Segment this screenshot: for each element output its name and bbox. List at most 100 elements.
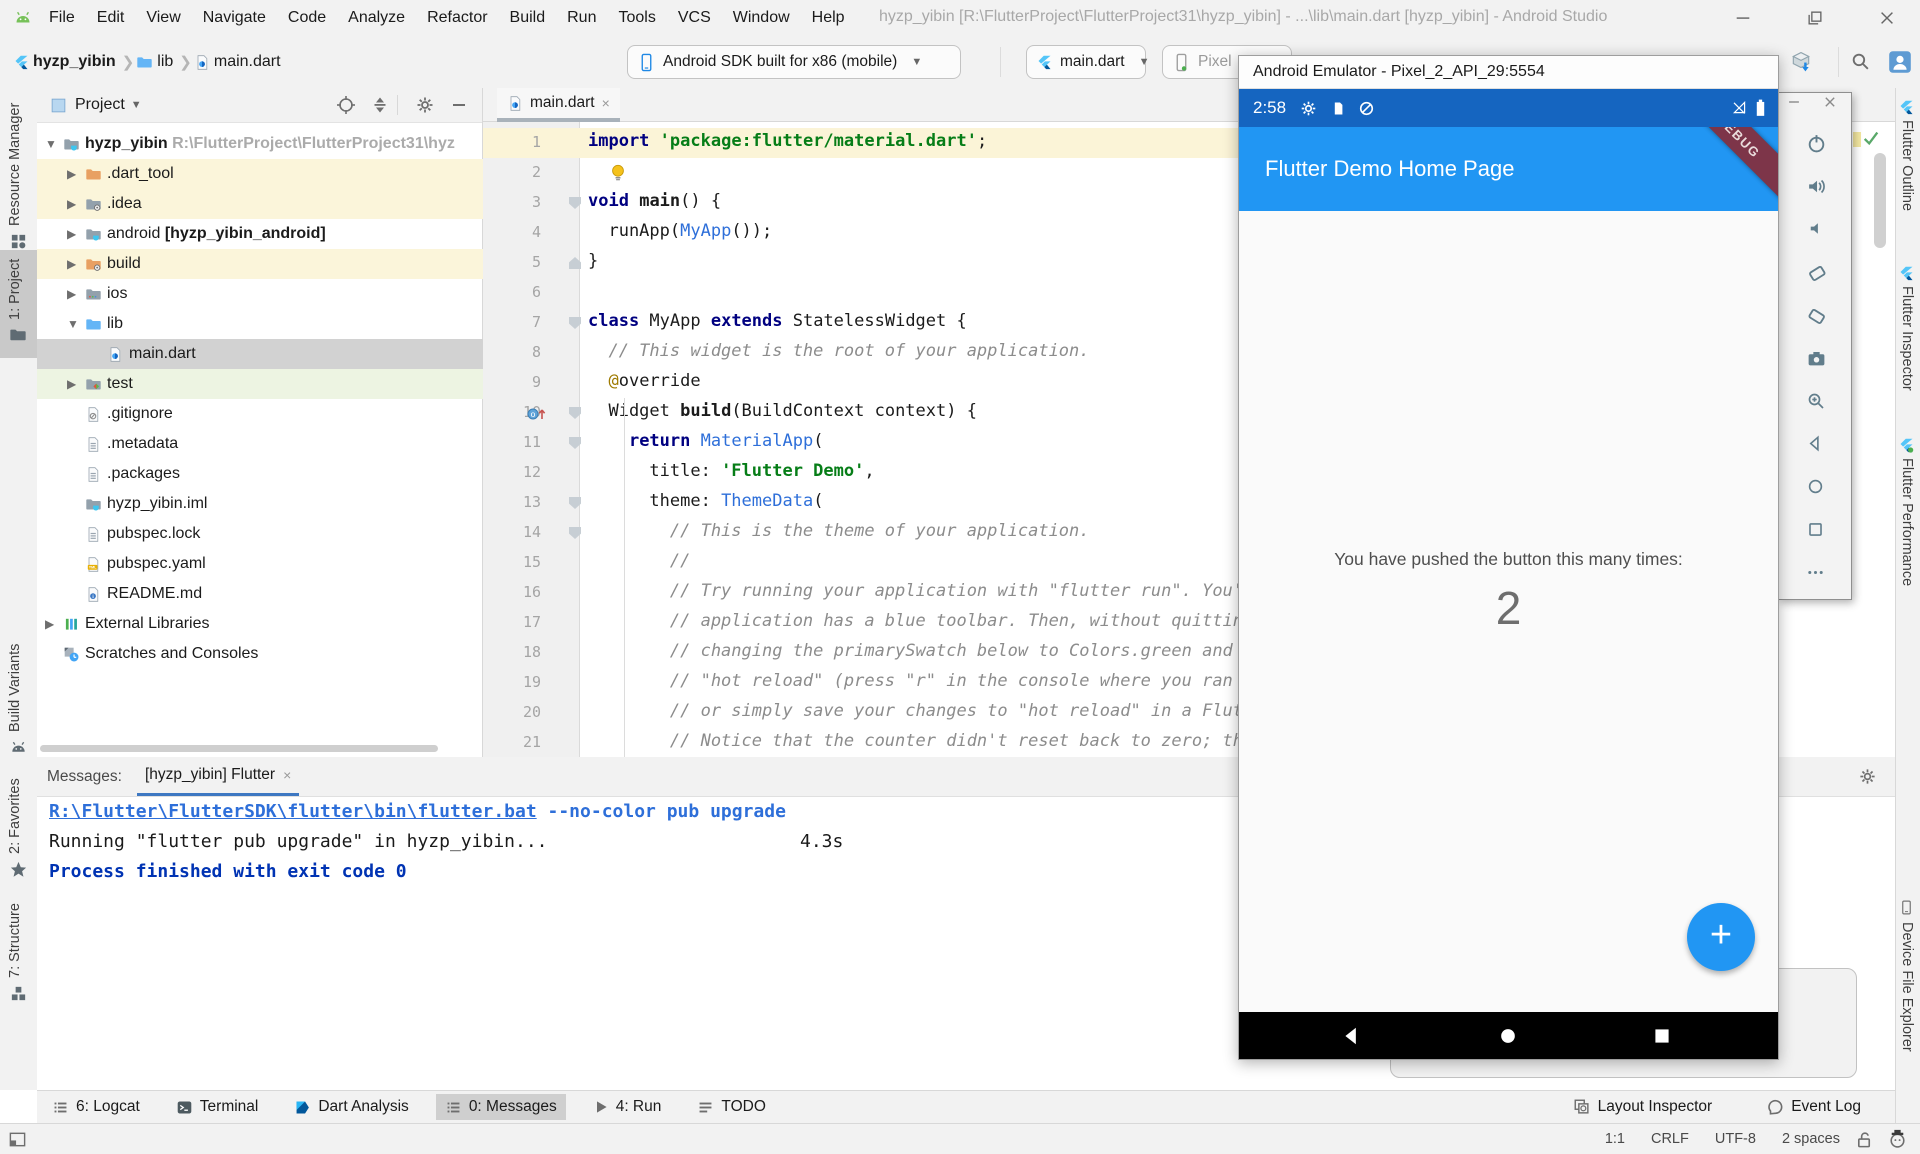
emulator-volume-up-button[interactable] bbox=[1806, 176, 1827, 197]
sidebar-item--favorites[interactable]: 2: Favorites bbox=[7, 774, 23, 854]
tool-window-tab-layout-inspector[interactable]: Layout Inspector bbox=[1564, 1094, 1722, 1120]
inspection-profile-icon[interactable] bbox=[1887, 1128, 1908, 1149]
tree-row[interactable]: ▼ lib bbox=[37, 309, 483, 339]
tree-row[interactable]: ▶ .idea bbox=[37, 189, 483, 219]
menu-edit[interactable]: Edit bbox=[86, 0, 136, 36]
structure-icon[interactable] bbox=[9, 984, 28, 1003]
increment-fab-button[interactable]: + bbox=[1687, 903, 1755, 971]
tool-window-tab-6-logcat[interactable]: 6: Logcat bbox=[43, 1094, 149, 1120]
tool-window-tab-terminal[interactable]: Terminal bbox=[167, 1094, 268, 1120]
tree-row[interactable]: i README.md bbox=[37, 579, 483, 609]
breadcrumb-item[interactable]: main.dart bbox=[214, 53, 281, 71]
tree-row[interactable]: .packages bbox=[37, 459, 483, 489]
menu-code[interactable]: Code bbox=[277, 0, 337, 36]
flutter-bat-link[interactable]: R:\Flutter\FlutterSDK\flutter\bin\flutte… bbox=[49, 801, 537, 822]
status-item[interactable]: 1:1 bbox=[1605, 1131, 1625, 1147]
gear-icon[interactable] bbox=[415, 95, 435, 115]
resource-manager-icon[interactable] bbox=[9, 232, 28, 251]
tree-row[interactable]: YML pubspec.yaml bbox=[37, 549, 483, 579]
chevron-expanded-icon[interactable]: ▼ bbox=[67, 317, 79, 331]
sidebar-item-resource-manager[interactable]: Resource Manager bbox=[7, 104, 23, 226]
star-icon[interactable] bbox=[9, 860, 28, 879]
flutter-icon[interactable] bbox=[1899, 266, 1914, 281]
chevron-collapsed-icon[interactable]: ▶ bbox=[67, 377, 76, 391]
emulator-more-button[interactable] bbox=[1806, 563, 1825, 582]
menu-run[interactable]: Run bbox=[556, 0, 607, 36]
sidebar-item--project[interactable]: 1: Project bbox=[7, 258, 23, 320]
chevron-collapsed-icon[interactable]: ▶ bbox=[67, 287, 76, 301]
menu-navigate[interactable]: Navigate bbox=[192, 0, 277, 36]
tab-flutter-outline[interactable]: Flutter Outline bbox=[1899, 120, 1915, 211]
tree-row[interactable]: pubspec.lock bbox=[37, 519, 483, 549]
minimize-emulator-icon[interactable] bbox=[1787, 95, 1801, 109]
tool-window-toggle-icon[interactable] bbox=[8, 1130, 27, 1149]
tree-row[interactable]: main.dart bbox=[37, 339, 483, 369]
collapse-all-icon[interactable] bbox=[370, 95, 390, 115]
nav-overview-button[interactable] bbox=[1651, 1025, 1673, 1047]
sidebar-item--structure[interactable]: 7: Structure bbox=[7, 898, 23, 978]
tab-main-dart[interactable]: main.dart × bbox=[497, 88, 620, 122]
phone-gray-icon[interactable] bbox=[1899, 900, 1914, 915]
tab-flutter-inspector[interactable]: Flutter Inspector bbox=[1899, 286, 1915, 391]
status-item[interactable]: 2 spaces bbox=[1782, 1131, 1840, 1147]
tool-window-tab-4-run[interactable]: 4: Run bbox=[584, 1094, 671, 1120]
breadcrumb-item[interactable]: lib bbox=[157, 53, 173, 71]
gear-icon[interactable] bbox=[1858, 767, 1877, 786]
tool-window-tab-dart-analysis[interactable]: Dart Analysis bbox=[285, 1094, 417, 1120]
chevron-collapsed-icon[interactable]: ▶ bbox=[45, 617, 54, 631]
chevron-collapsed-icon[interactable]: ▶ bbox=[67, 167, 76, 181]
tool-window-tab-0-messages[interactable]: 0: Messages bbox=[436, 1094, 566, 1120]
close-tab-icon[interactable]: × bbox=[602, 95, 610, 111]
tree-row[interactable]: ▶ android [hyzp_yibin_android] bbox=[37, 219, 483, 249]
tree-row[interactable]: ▶ ios bbox=[37, 279, 483, 309]
menu-view[interactable]: View bbox=[135, 0, 191, 36]
emulator-back-button[interactable] bbox=[1806, 434, 1825, 453]
horizontal-scrollbar[interactable] bbox=[40, 745, 438, 752]
tree-row[interactable]: ▶ External Libraries bbox=[37, 609, 483, 639]
fold-marker-icon[interactable] bbox=[569, 257, 581, 269]
emulator-home-button[interactable] bbox=[1806, 477, 1825, 496]
flutter-icon[interactable] bbox=[1899, 100, 1914, 115]
fold-marker-icon[interactable] bbox=[569, 317, 581, 329]
chevron-collapsed-icon[interactable]: ▶ bbox=[67, 197, 76, 211]
fold-marker-icon[interactable] bbox=[569, 407, 581, 419]
tool-window-tab-event-log[interactable]: Event Log bbox=[1757, 1094, 1870, 1120]
emulator-power-button[interactable] bbox=[1806, 133, 1827, 154]
menu-analyze[interactable]: Analyze bbox=[337, 0, 416, 36]
fold-marker-icon[interactable] bbox=[569, 437, 581, 449]
intention-bulb-icon[interactable] bbox=[609, 163, 627, 183]
fold-marker-icon[interactable] bbox=[569, 497, 581, 509]
locate-file-icon[interactable] bbox=[336, 95, 356, 115]
menu-help[interactable]: Help bbox=[801, 0, 856, 36]
restore-window-icon[interactable] bbox=[1800, 3, 1830, 33]
tab-flutter-console[interactable]: [hyzp_yibin] Flutter × bbox=[137, 757, 299, 796]
emulator-screenshot-button[interactable] bbox=[1806, 348, 1827, 369]
tree-row[interactable]: ▶ build bbox=[37, 249, 483, 279]
sdk-manager-icon[interactable] bbox=[1790, 51, 1812, 73]
run-config-dropdown[interactable]: main.dart ▼ bbox=[1026, 45, 1146, 79]
emulator-screen[interactable]: 2:58 Flutter Demo Home Page DEBUG You ha… bbox=[1239, 89, 1778, 1059]
android-head-icon[interactable] bbox=[9, 738, 28, 757]
flutter-green-icon[interactable] bbox=[1899, 438, 1914, 453]
fold-marker-icon[interactable] bbox=[569, 197, 581, 209]
tree-row[interactable]: .gitignore bbox=[37, 399, 483, 429]
breadcrumb-item[interactable]: hyzp_yibin bbox=[33, 53, 116, 71]
tree-row[interactable]: ▶ test bbox=[37, 369, 483, 399]
tree-row[interactable]: hyzp_yibin.iml bbox=[37, 489, 483, 519]
tree-row[interactable]: Scratches and Consoles bbox=[37, 639, 483, 669]
close-emulator-icon[interactable] bbox=[1823, 95, 1837, 109]
chevron-collapsed-icon[interactable]: ▶ bbox=[67, 257, 76, 271]
emulator-volume-down-button[interactable] bbox=[1806, 219, 1825, 238]
emulator-rotate-left-button[interactable] bbox=[1806, 262, 1828, 284]
menu-refactor[interactable]: Refactor bbox=[416, 0, 498, 36]
project-view-title[interactable]: Project bbox=[75, 96, 125, 114]
emulator-rotate-right-button[interactable] bbox=[1806, 305, 1828, 327]
avatar[interactable] bbox=[1888, 50, 1912, 74]
menu-build[interactable]: Build bbox=[499, 0, 557, 36]
tab-device-file-explorer[interactable]: Device File Explorer bbox=[1899, 922, 1915, 1052]
tree-row[interactable]: ▼ hyzp_yibin R:\FlutterProject\FlutterPr… bbox=[37, 129, 483, 159]
emulator-overview-button[interactable] bbox=[1806, 520, 1825, 539]
search-icon[interactable] bbox=[1850, 51, 1871, 72]
emulator-title-bar[interactable]: Android Emulator - Pixel_2_API_29:5554 bbox=[1239, 56, 1778, 89]
hide-panel-icon[interactable] bbox=[449, 95, 469, 115]
